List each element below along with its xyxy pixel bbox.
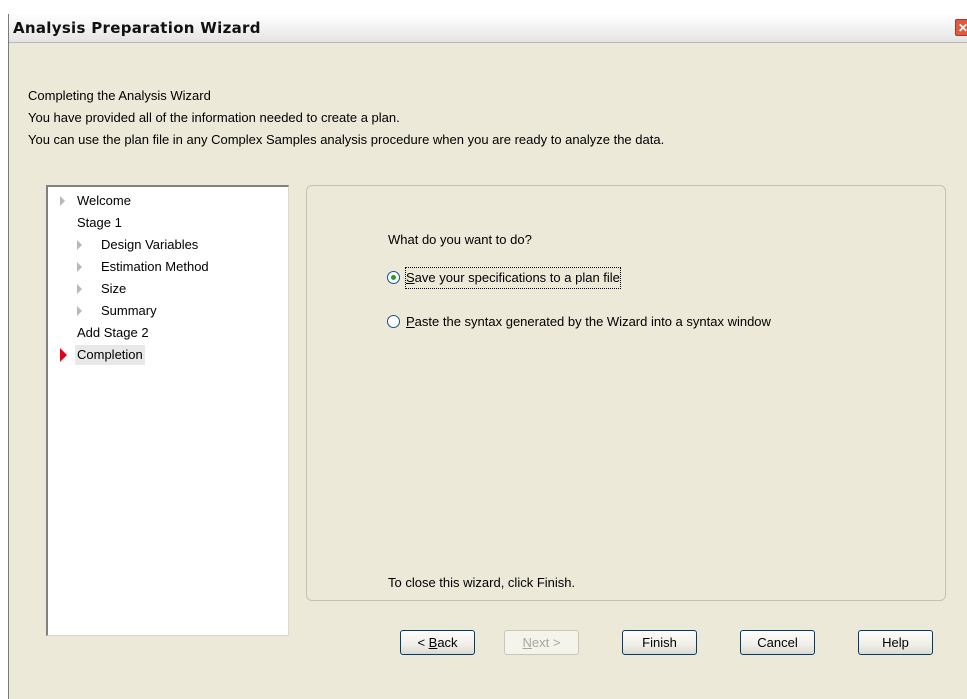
current-step-marker-icon	[60, 348, 67, 362]
step-label: Size	[101, 281, 127, 296]
back-button[interactable]: < Back	[400, 630, 475, 655]
paste-syntax-label[interactable]: Paste the syntax generated by the Wizard…	[406, 312, 771, 332]
step-marker-icon	[77, 284, 82, 294]
paste-syntax-radio[interactable]	[387, 315, 400, 328]
step-label: Welcome	[77, 193, 131, 208]
intro-line-2: You can use the plan file in any Complex…	[28, 132, 665, 147]
step-marker-icon	[77, 240, 82, 250]
step-label: Estimation Method	[101, 259, 209, 274]
step-label: Completion	[75, 345, 145, 365]
step-label: Design Variables	[101, 237, 199, 252]
closing-note: To close this wizard, click Finish.	[388, 575, 576, 590]
content-panel: What do you want to do? Save your specif…	[306, 185, 946, 601]
next-button[interactable]: Next >	[504, 630, 579, 655]
help-button[interactable]: Help	[858, 630, 933, 655]
step-label: Add Stage 2	[77, 325, 149, 340]
save-plan-label[interactable]: Save your specifications to a plan file	[405, 267, 621, 289]
close-icon[interactable]: ✕	[955, 19, 967, 36]
step-marker-icon	[77, 262, 82, 272]
save-plan-radio[interactable]	[387, 271, 400, 284]
intro-heading: Completing the Analysis Wizard	[28, 88, 211, 103]
finish-button[interactable]: Finish	[622, 630, 697, 655]
intro-line-1: You have provided all of the information…	[28, 110, 400, 125]
question-label: What do you want to do?	[388, 232, 532, 247]
intro-text: Completing the Analysis Wizard You have …	[28, 85, 664, 151]
step-marker-icon	[60, 196, 65, 206]
cancel-button[interactable]: Cancel	[740, 630, 815, 655]
steps-panel: Welcome Stage 1 Design Variables Estimation…	[46, 185, 289, 636]
window-title: Analysis Preparation Wizard	[13, 19, 261, 37]
step-marker-icon	[77, 306, 82, 316]
step-label: Stage 1	[77, 215, 122, 230]
wizard-window: Analysis Preparation Wizard ✕ Completing…	[8, 14, 967, 699]
step-label: Summary	[101, 303, 157, 318]
title-bar[interactable]: Analysis Preparation Wizard ✕	[9, 14, 967, 43]
